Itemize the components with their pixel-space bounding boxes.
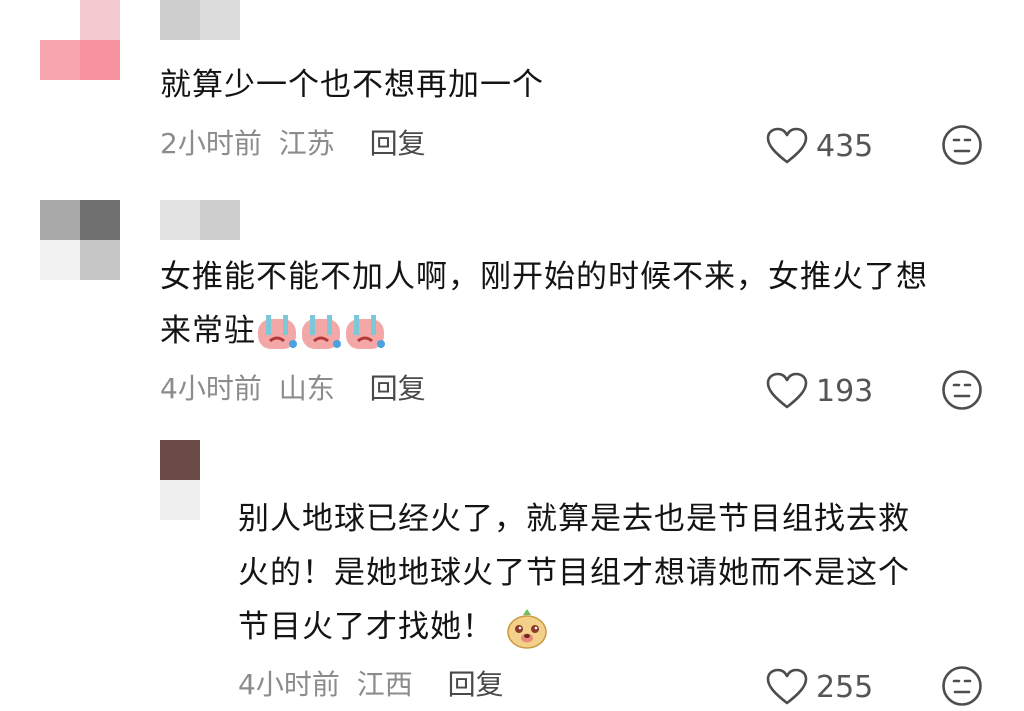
reply-button[interactable]: 回复 (370, 372, 426, 405)
comment-time: 2小时前 (160, 127, 262, 160)
avatar-2[interactable] (40, 200, 120, 280)
neutral-face-icon[interactable] (941, 665, 983, 707)
comment-time: 4小时前 (160, 372, 262, 405)
username-2[interactable] (160, 200, 240, 240)
comment-time: 4小时前 (238, 668, 340, 701)
comment-location: 山东 (278, 372, 335, 405)
heart-outline-icon (766, 127, 808, 164)
comment-text-2-line2: 来常驻 (160, 304, 928, 358)
neutral-face-icon[interactable] (941, 369, 983, 411)
like-button-1[interactable]: 435 (766, 124, 873, 168)
comment-text-1: 就算少一个也不想再加一个 (160, 67, 544, 103)
heart-outline-icon (766, 668, 808, 705)
avatar-1[interactable] (40, 0, 120, 80)
like-count: 435 (816, 128, 874, 164)
like-count: 193 (816, 373, 874, 409)
reply-button[interactable]: 回复 (448, 668, 504, 701)
dog-face-emoji (507, 608, 547, 649)
reply-text-line3: 节目火了才找她！ (238, 600, 910, 654)
comment-location: 江苏 (278, 127, 335, 160)
comment-location: 江西 (356, 668, 413, 701)
like-button-3[interactable]: 255 (766, 665, 873, 709)
reply-meta: 4小时前 江西 回复 (238, 665, 504, 705)
username-1[interactable] (160, 0, 240, 40)
reply-button[interactable]: 回复 (370, 127, 426, 160)
crying-face-emoji (258, 314, 385, 349)
heart-outline-icon (766, 372, 808, 409)
reply-avatar[interactable] (160, 440, 200, 520)
comment-text-2: 女推能不能不加人啊，刚开始的时候不来，女推火了想 来常驻 (160, 250, 928, 358)
reply-text: 别人地球已经火了，就算是去也是节目组找去救 火的！是她地球火了节目组才想请她而不… (238, 492, 910, 654)
neutral-face-icon[interactable] (941, 124, 983, 166)
comment-meta-1: 2小时前 江苏 回复 (160, 124, 426, 164)
comment-meta-2: 4小时前 山东 回复 (160, 369, 426, 409)
like-button-2[interactable]: 193 (766, 369, 873, 413)
like-count: 255 (816, 669, 874, 705)
